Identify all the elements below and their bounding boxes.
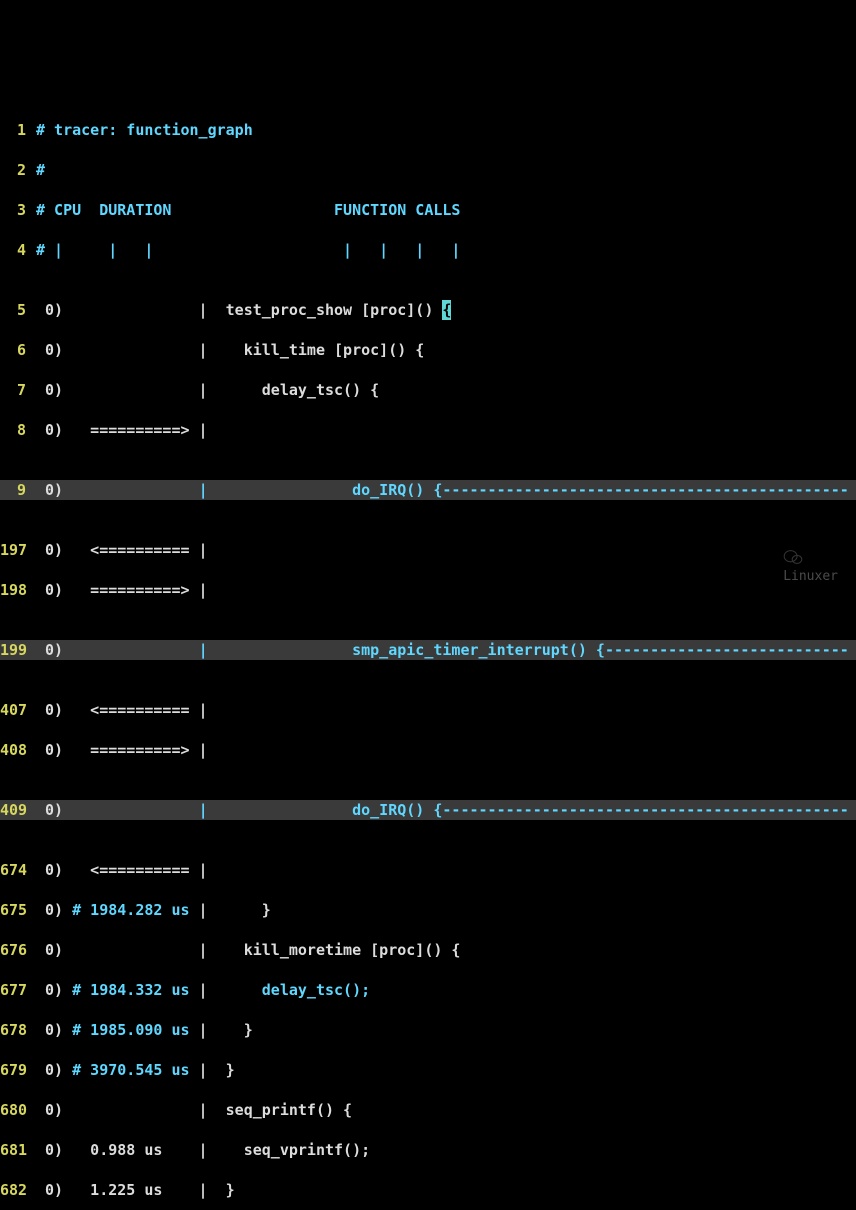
dash-line: ----------------------------------------… [442,480,848,500]
duration: # 1985.090 us [72,1020,189,1040]
code-line: 678 0) # 1985.090 us | } [0,1020,856,1040]
line-number: 7 [0,380,36,400]
comment-text: # tracer: function_graph [36,120,253,140]
watermark: Linuxer [768,527,838,587]
trace-row: 0) 0.988 us | seq_vprintf(); [36,1140,370,1160]
line-number: 674 [0,860,36,880]
comment-text: # [36,160,45,180]
code-line: 674 0) <========== | [0,860,856,880]
line-number: 675 [0,900,36,920]
editor-viewport[interactable]: 1# tracer: function_graph 2# 3# CPU DURA… [0,80,856,1210]
comment-text: # | | | | | | | [36,240,460,260]
code-line: 681 0) 0.988 us | seq_vprintf(); [0,1140,856,1160]
cursor: { [442,300,451,320]
line-number: 4 [0,240,36,260]
code-line: 682 0) 1.225 us | } [0,1180,856,1200]
trace-prefix: 0) | [36,940,226,960]
pipe: | [199,800,226,820]
trace-arrow-in: 0) ==========> | [36,420,208,440]
highlighted-line: 199 0) | smp_apic_timer_interrupt() {---… [0,640,856,660]
line-number: 679 [0,1060,36,1080]
line-number: 682 [0,1180,36,1200]
code-line: 675 0) # 1984.282 us | } [0,900,856,920]
irq-call: do_IRQ() { [352,480,442,500]
trace-call: seq_printf() { [226,1100,352,1120]
irq-call: smp_apic_timer_interrupt() { [352,640,605,660]
trace-prefix: 0) | [36,380,226,400]
code-line: 7 0) | delay_tsc() { [0,380,856,400]
line-number: 197 [0,540,36,560]
trace-arrow-out: 0) <========== | [36,540,208,560]
code-line: 680 0) | seq_printf() { [0,1100,856,1120]
line-number: 408 [0,740,36,760]
trace-call: delay_tsc(); [262,980,370,1000]
line-number: 681 [0,1140,36,1160]
line-number: 680 [0,1100,36,1120]
duration: # 1984.282 us [72,900,189,920]
code-line: 198 0) ==========> | [0,580,856,600]
code-line: 677 0) # 1984.332 us | delay_tsc(); [0,980,856,1000]
trace-prefix: 0) [36,480,199,500]
line-number: 8 [0,420,36,440]
trace-prefix: 0) | [36,1100,226,1120]
trace-call: kill_moretime [proc]() { [226,940,461,960]
highlighted-line: 409 0) | do_IRQ() {---------------------… [0,800,856,820]
highlighted-line: 9 0) | do_IRQ() {-----------------------… [0,480,856,500]
pad [226,480,352,500]
code-line: 5 0) | test_proc_show [proc]() { [0,300,856,320]
wechat-icon [783,549,803,565]
line-number: 676 [0,940,36,960]
line-number: 677 [0,980,36,1000]
code-line: 679 0) # 3970.545 us | } [0,1060,856,1080]
line-number: 3 [0,200,36,220]
trace-call: kill_time [proc]() { [226,340,425,360]
code-line: 6 0) | kill_time [proc]() { [0,340,856,360]
pad [226,640,352,660]
trace-prefix: 0) [36,640,199,660]
trace-arrow-in: 0) ==========> | [36,740,208,760]
comment-text: # CPU DURATION [36,200,334,220]
duration: # 3970.545 us [72,1060,189,1080]
code-line: 1# tracer: function_graph [0,120,856,140]
line-number: 409 [0,800,36,820]
pipe: | [199,640,226,660]
trace-prefix: 0) | [36,300,226,320]
code-line: 4# | | | | | | | [0,240,856,260]
code-line: 407 0) <========== | [0,700,856,720]
pipe: | [199,480,226,500]
code-line: 676 0) | kill_moretime [proc]() { [0,940,856,960]
trace-row: 0) 1.225 us | } [36,1180,235,1200]
trace-call: delay_tsc() { [226,380,380,400]
dash-line: --------------------------- [605,640,849,660]
pad [226,800,352,820]
trace-arrow-out: 0) <========== | [36,700,208,720]
trace-prefix: 0) [36,800,199,820]
code-line: 2# [0,160,856,180]
line-number: 407 [0,700,36,720]
line-number: 198 [0,580,36,600]
trace-arrow-out: 0) <========== | [36,860,208,880]
code-line: 197 0) <========== | [0,540,856,560]
line-number: 199 [0,640,36,660]
header-fncalls: FUNCTION CALLS [334,200,460,220]
line-number: 2 [0,160,36,180]
code-line: 408 0) ==========> | [0,740,856,760]
line-number: 9 [0,480,36,500]
code-line: 8 0) ==========> | [0,420,856,440]
line-number: 678 [0,1020,36,1040]
trace-arrow-in: 0) ==========> | [36,580,208,600]
dash-line: ----------------------------------------… [442,800,848,820]
line-number: 1 [0,120,36,140]
duration: # 1984.332 us [72,980,189,1000]
trace-prefix: 0) | [36,340,226,360]
code-line: 3# CPU DURATION FUNCTION CALLS [0,200,856,220]
trace-call: test_proc_show [proc]() [226,300,443,320]
line-number: 6 [0,340,36,360]
irq-call: do_IRQ() { [352,800,442,820]
watermark-text: Linuxer [783,569,838,584]
line-number: 5 [0,300,36,320]
